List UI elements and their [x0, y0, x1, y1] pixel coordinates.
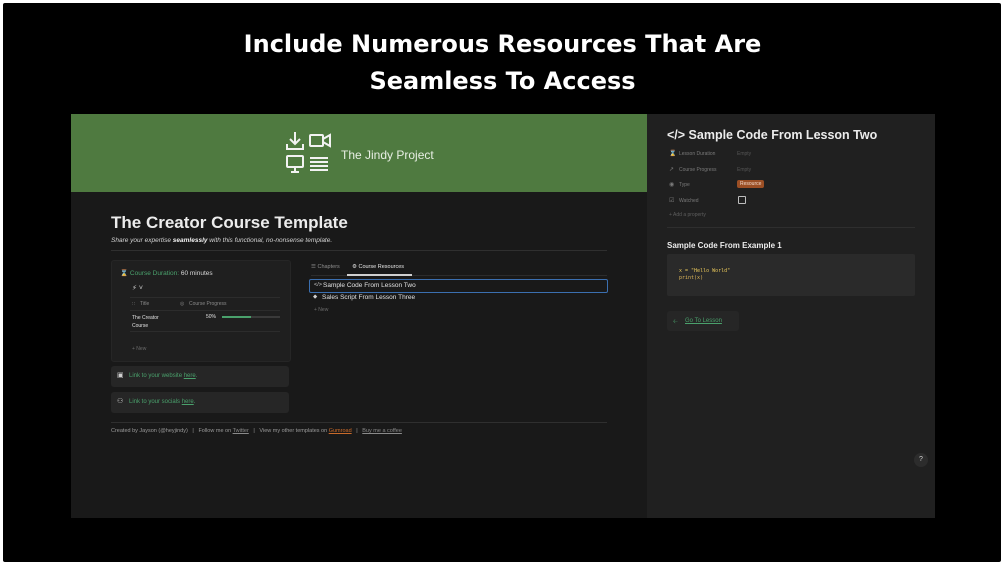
arrow-left-icon: 🡠 — [673, 319, 678, 325]
twitter-link[interactable]: Twitter — [233, 428, 249, 434]
help-button[interactable]: ? — [914, 453, 928, 467]
course-duration: ⌛ Course Duration: 60 minutes — [120, 269, 213, 277]
property-value[interactable]: Empty — [737, 167, 751, 173]
property-name: Lesson Duration — [679, 151, 716, 157]
headline-line-1: Include Numerous Resources That Are — [243, 30, 762, 58]
resource-label[interactable]: Sample Code From Lesson Two — [323, 282, 416, 289]
headline-line-2: Seamless To Access — [369, 67, 636, 95]
footer-other: View my other templates on — [259, 428, 329, 434]
course-callout: ⌛ Course Duration: 60 minutes ⚡ ˅ ∷ Titl… — [111, 260, 291, 362]
resource-item[interactable]: ◆ Sales Script From Lesson Three — [309, 292, 606, 304]
row-title[interactable]: The Creator Course — [132, 314, 176, 330]
text-lines-icon — [310, 157, 328, 171]
footer-sep: | — [192, 428, 194, 434]
person-add-icon: ⚇ — [117, 398, 124, 405]
table-header: ∷ Title ◎ Course Progress — [130, 297, 280, 311]
property-name: Type — [679, 182, 690, 188]
col-progress: Course Progress — [189, 301, 227, 307]
page-cover: The Jindy Project — [71, 114, 647, 192]
type-badge[interactable]: Resource — [737, 180, 765, 188]
peek-subheading: Sample Code From Example 1 — [667, 241, 782, 250]
socials-link-post: . — [193, 399, 196, 405]
subtitle-bold: seamlessly — [172, 237, 208, 244]
tag-icon: ◆ — [313, 294, 318, 300]
code-line-1: x = "Hello World" — [679, 268, 731, 274]
divider — [667, 227, 915, 228]
grid-icon: ∷ — [132, 301, 136, 307]
duration-label: Course Duration: — [129, 270, 180, 277]
download-icon — [286, 132, 304, 150]
website-link-pre: Link to your website — [129, 373, 184, 379]
video-icon — [309, 133, 331, 148]
socials-link-pre: Link to your socials — [129, 399, 182, 405]
col-title: Title — [140, 301, 150, 307]
footer-follow: Follow me on — [198, 428, 233, 434]
side-peek-panel: </> Sample Code From Lesson Two ⌛ Lesson… — [647, 114, 935, 518]
website-link-here[interactable]: here — [184, 373, 196, 379]
code-line-2: print(x) — [679, 275, 704, 281]
course-page: The Jindy Project The Creator Course Tem… — [71, 114, 647, 518]
table-new-button[interactable]: + New — [132, 346, 146, 352]
browser-icon: ▣ — [117, 372, 124, 379]
socials-link-text[interactable]: Link to your socials here. — [129, 399, 195, 405]
arrow-icon: ↗ — [669, 167, 675, 173]
socials-link-box[interactable]: ⚇ Link to your socials here. — [111, 392, 289, 413]
subtitle-pre: Share your expertise — [111, 237, 173, 244]
website-link-post: . — [195, 373, 198, 379]
property-name: Watched — [679, 198, 699, 204]
hourglass-icon: ⌛ — [120, 270, 129, 277]
resource-item[interactable]: </> Sample Code From Lesson Two — [309, 279, 608, 293]
row-progress-text: 50% — [206, 314, 217, 320]
type-icon: ◉ — [669, 182, 675, 188]
gumroad-link[interactable]: Gumroad — [329, 428, 352, 434]
slide-headline: Include Numerous Resources That Are Seam… — [0, 26, 1005, 100]
notion-screenshot: The Jindy Project The Creator Course Tem… — [71, 114, 935, 518]
footer-sep: | — [253, 428, 255, 434]
progress-col-icon: ◎ — [180, 301, 185, 307]
property-value[interactable]: Empty — [737, 151, 751, 157]
tab-resources-label: Course Resources — [358, 264, 405, 270]
peek-title: </> Sample Code From Lesson Two — [667, 128, 878, 142]
coffee-link[interactable]: Buy me a coffee — [362, 428, 402, 434]
checkbox-icon: ☑ — [669, 198, 675, 204]
cover-title: The Jindy Project — [341, 148, 434, 162]
tab-chapters[interactable]: ☰ Chapters — [311, 264, 340, 270]
course-table: ∷ Title ◎ Course Progress The Creator Co… — [130, 297, 280, 332]
resources-new-button[interactable]: + New — [314, 307, 328, 313]
code-block[interactable]: x = "Hello World" print(x) — [667, 254, 915, 296]
divider — [111, 422, 607, 423]
go-to-lesson-button[interactable]: 🡠 Go To Lesson — [667, 311, 739, 331]
code-icon: </> — [314, 282, 322, 288]
subtitle-post: with this functional, no-nonsense templa… — [207, 237, 333, 244]
page-title: The Creator Course Template — [111, 213, 348, 232]
website-link-box[interactable]: ▣ Link to your website here. — [111, 366, 289, 387]
footer-sep: | — [356, 428, 358, 434]
go-to-lesson-label: Go To Lesson — [685, 318, 722, 324]
divider — [111, 250, 607, 251]
tab-course-resources[interactable]: ⚙ Course Resources — [352, 264, 404, 270]
duration-value: 60 minutes — [180, 270, 213, 277]
page-subtitle: Share your expertise seamlessly with thi… — [111, 237, 332, 244]
tab-chapters-label: Chapters — [317, 264, 340, 270]
progress-fill — [222, 316, 251, 318]
hourglass-icon: ⌛ — [669, 151, 677, 157]
page-footer: Created by Jayson (@heyjindy) | Follow m… — [111, 428, 402, 434]
website-link-text[interactable]: Link to your website here. — [129, 373, 197, 379]
active-tab-underline — [347, 274, 412, 276]
table-row[interactable]: The Creator Course 50% — [130, 311, 280, 332]
add-property-button[interactable]: + Add a property — [669, 212, 706, 218]
property-name: Course Progress — [679, 167, 717, 173]
progress-bar — [222, 316, 280, 318]
monitor-icon — [286, 155, 304, 173]
footer-created: Created by Jayson (@heyjindy) — [111, 428, 188, 434]
resource-label[interactable]: Sales Script From Lesson Three — [322, 294, 415, 301]
lightning-icon[interactable]: ⚡ ˅ — [132, 284, 143, 292]
watched-checkbox[interactable] — [738, 196, 746, 204]
socials-link-here[interactable]: here — [182, 399, 194, 405]
cover-icons — [286, 132, 331, 173]
